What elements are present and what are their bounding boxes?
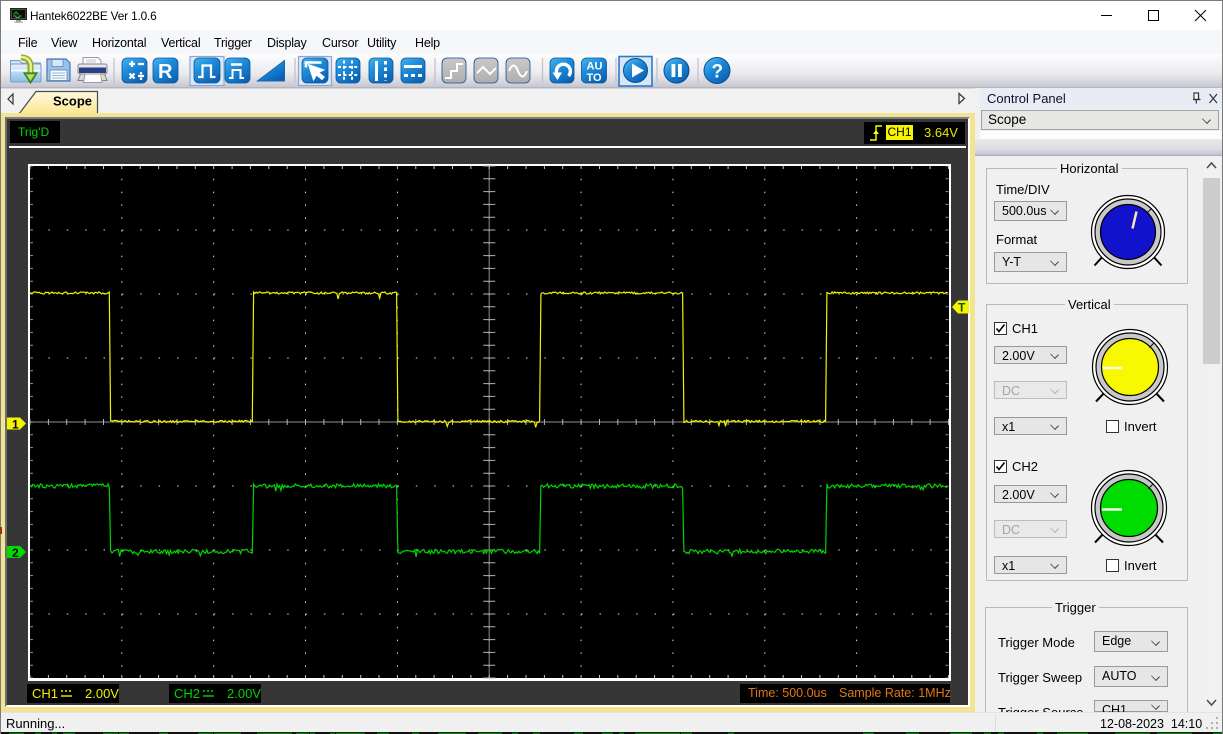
svg-text:Scope: Scope — [53, 94, 92, 109]
svg-text:?: ? — [712, 62, 724, 83]
svg-text:1: 1 — [12, 418, 19, 432]
svg-text:T: T — [958, 301, 966, 315]
svg-text:AU: AU — [587, 61, 603, 73]
svg-text:TO: TO — [587, 72, 603, 84]
svg-text:2: 2 — [12, 546, 19, 560]
svg-text:R: R — [158, 61, 173, 83]
